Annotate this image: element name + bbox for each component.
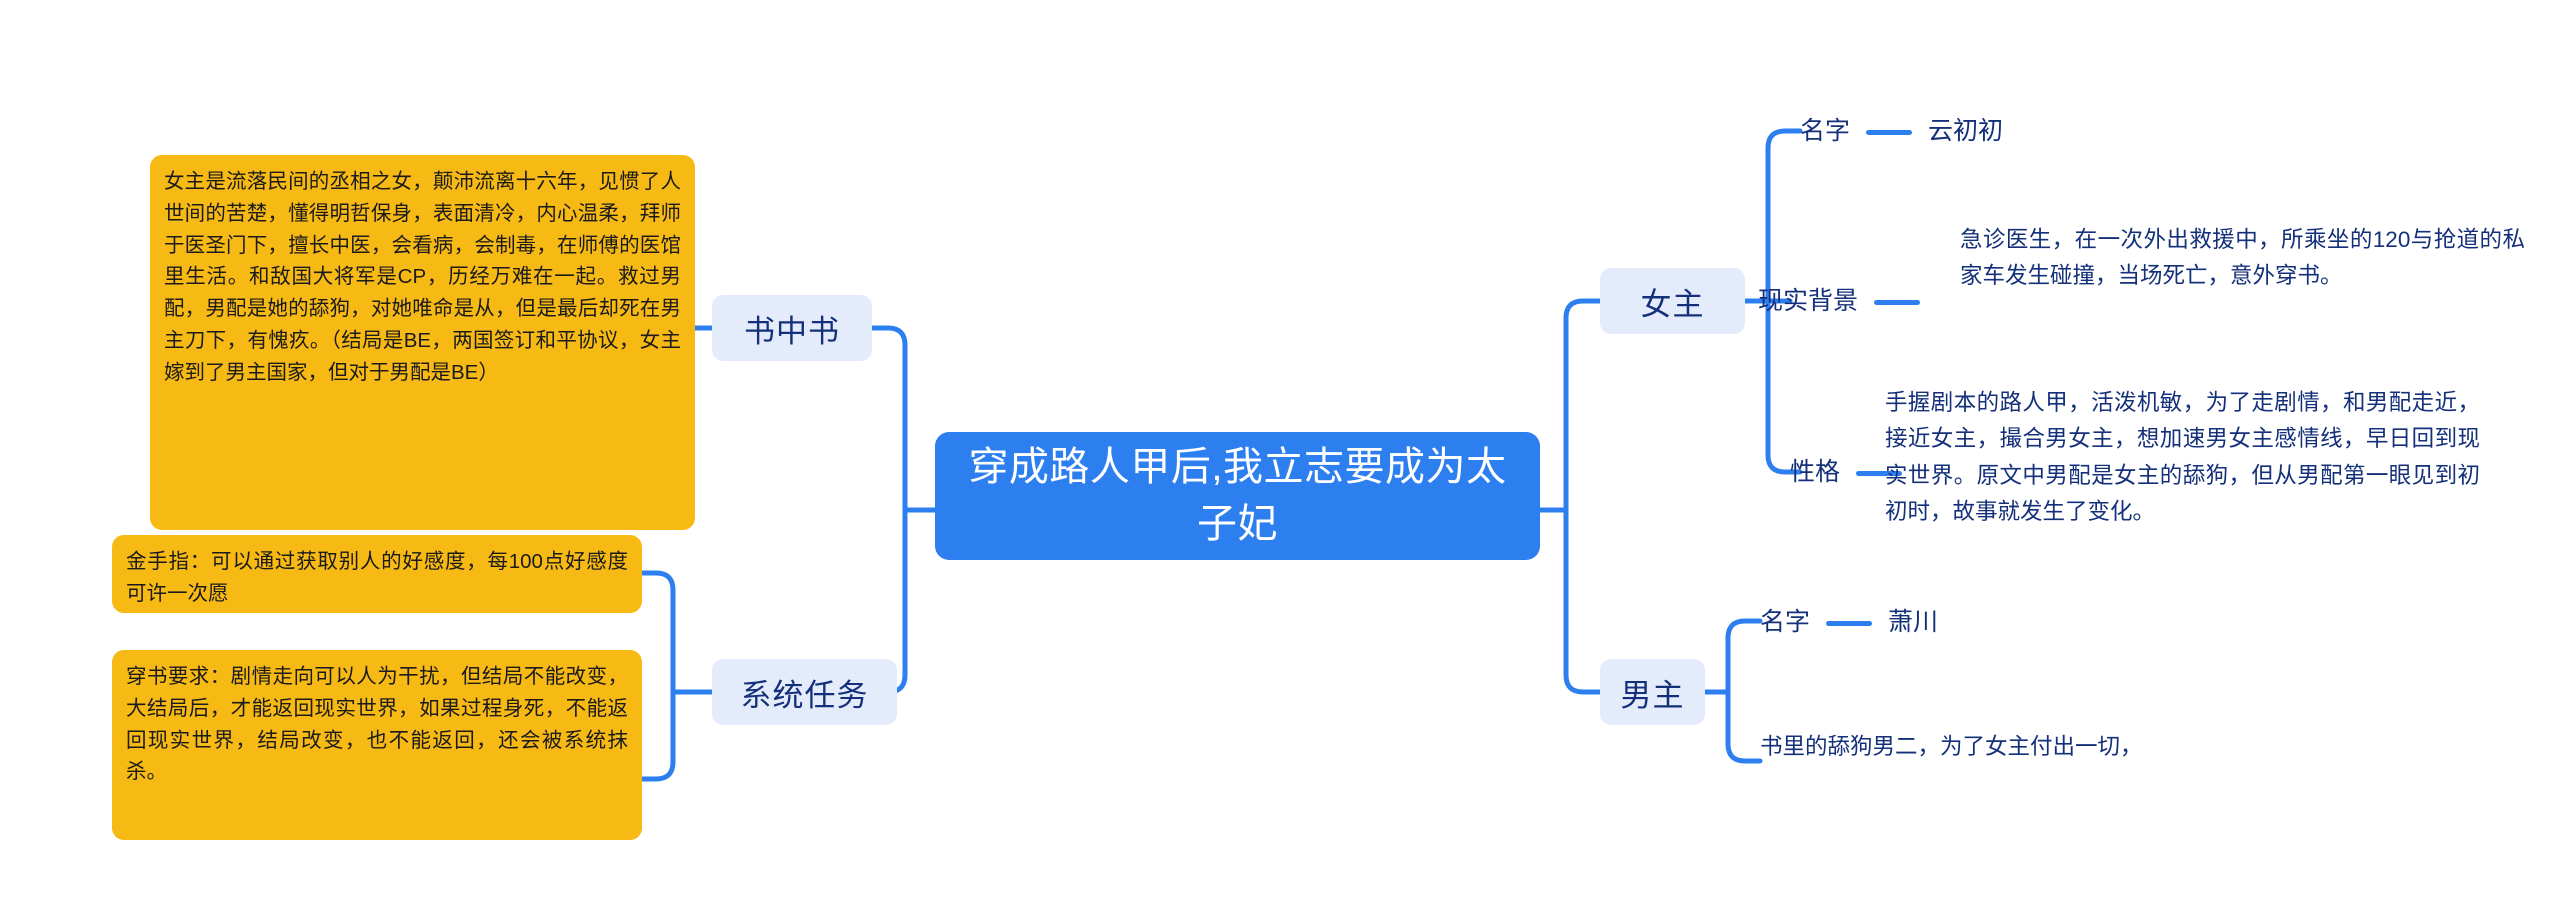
- branch-label-hero: 男主: [1620, 677, 1685, 713]
- note-golden-finger-text: 金手指：可以通过获取别人的好感度，每100点好感度可许一次愿: [126, 550, 628, 605]
- note-golden-finger[interactable]: 金手指：可以通过获取别人的好感度，每100点好感度可许一次愿: [112, 535, 642, 613]
- link-hero-to-description: [1725, 689, 1763, 764]
- leaf-heroine-background-value[interactable]: 急诊医生，在一次外出救援中，所乘坐的120与抢道的私家车发生碰撞，当场死亡，意外…: [1960, 222, 2525, 295]
- leaf-dash-icon: [1826, 620, 1873, 626]
- branch-label-heroine: 女主: [1640, 286, 1705, 322]
- leaf-heroine-personality-label: 性格: [1790, 458, 1841, 486]
- branch-node-heroine[interactable]: 女主: [1600, 268, 1745, 334]
- link-right-spine-top: [1563, 298, 1603, 513]
- root-node-label: 穿成路人甲后,我立志要成为太子妃: [968, 445, 1507, 546]
- link-left-spine-top: [869, 325, 908, 513]
- leaf-dash-icon: [1874, 299, 1921, 305]
- branch-label-system-task: 系统任务: [740, 677, 869, 713]
- branch-node-book-in-book[interactable]: 书中书: [712, 295, 872, 361]
- leaf-heroine-personality-value[interactable]: 手握剧本的路人甲，活泼机敏，为了走剧情，和男配走近，接近女主，撮合男女主，想加速…: [1885, 385, 2480, 531]
- leaf-heroine-background-label-group[interactable]: 现实背景: [1758, 283, 1936, 321]
- note-heroine-backstory-text: 女主是流落民间的丞相之女，颠沛流离十六年，见惯了人世间的苦楚，懂得明哲保身，表面…: [164, 170, 681, 384]
- leaf-hero-name-label: 名字: [1760, 608, 1811, 636]
- link-heroine-to-name: [1765, 128, 1803, 304]
- leaf-hero-name[interactable]: 名字 萧川: [1760, 604, 1938, 642]
- note-heroine-backstory[interactable]: 女主是流落民间的丞相之女，颠沛流离十六年，见惯了人世间的苦楚，懂得明哲保身，表面…: [150, 155, 695, 530]
- link-heroine-to-personality: [1765, 298, 1803, 475]
- leaf-hero-description[interactable]: 书里的舔狗男二，为了女主付出一切，: [1760, 729, 2143, 765]
- leaf-heroine-background-label: 现实背景: [1758, 287, 1859, 315]
- leaf-heroine-name-value: 云初初: [1928, 117, 2004, 145]
- branch-node-system-task[interactable]: 系统任务: [712, 659, 897, 725]
- leaf-hero-description-text: 书里的舔狗男二，为了女主付出一切，: [1760, 734, 2143, 759]
- root-node[interactable]: 穿成路人甲后,我立志要成为太子妃: [935, 432, 1540, 560]
- leaf-dash-icon: [1866, 129, 1913, 135]
- leaf-heroine-name-label: 名字: [1800, 117, 1851, 145]
- branch-label-book-in-book: 书中书: [744, 313, 840, 349]
- link-right-spine-bottom: [1563, 507, 1603, 695]
- branch-node-hero[interactable]: 男主: [1600, 659, 1705, 725]
- note-transmigration-rule[interactable]: 穿书要求：剧情走向可以人为干扰，但结局不能改变，大结局后，才能返回现实世界，如果…: [112, 650, 642, 840]
- note-transmigration-rule-text: 穿书要求：剧情走向可以人为干扰，但结局不能改变，大结局后，才能返回现实世界，如果…: [126, 665, 628, 784]
- link-system-to-note1: [640, 570, 676, 695]
- link-hero-to-name: [1725, 618, 1763, 695]
- leaf-heroine-name[interactable]: 名字 云初初: [1800, 113, 2003, 151]
- leaf-heroine-personality-text: 手握剧本的路人甲，活泼机敏，为了走剧情，和男配走近，接近女主，撮合男女主，想加速…: [1885, 390, 2480, 525]
- link-system-to-note2: [640, 689, 676, 782]
- leaf-heroine-background-text: 急诊医生，在一次外出救援中，所乘坐的120与抢道的私家车发生碰撞，当场死亡，意外…: [1960, 227, 2525, 289]
- mindmap-canvas: 穿成路人甲后,我立志要成为太子妃 书中书 系统任务 女主是流落民间的丞相之女，颠…: [0, 0, 2560, 917]
- leaf-hero-name-value: 萧川: [1888, 608, 1939, 636]
